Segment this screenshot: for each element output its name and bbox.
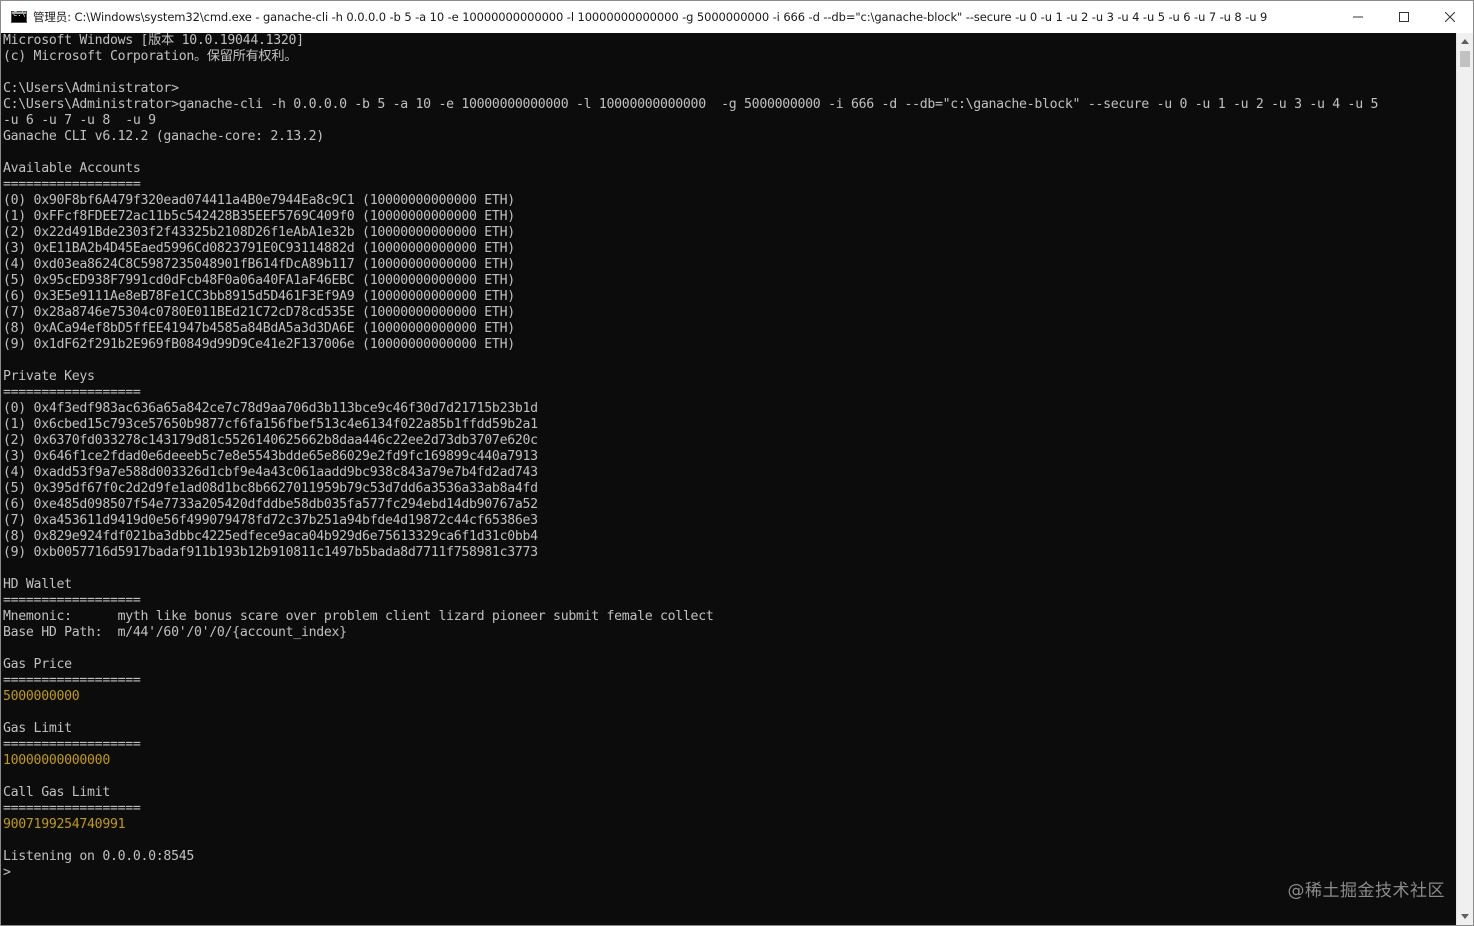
terminal-line: Ganache CLI v6.12.2 (ganache-core: 2.13.… [3,129,324,144]
terminal-line: (5) 0x395df67f0c2d2d9fe1ad08d1bc8b662701… [3,481,538,496]
terminal-line: (6) 0x3E5e9111Ae8eB78Fe1CC3bb8915d5D461F… [3,289,515,304]
terminal-line: ================== [3,593,141,608]
terminal-line: 10000000000000 [3,753,110,768]
terminal-line: -u 6 -u 7 -u 8 -u 9 [3,113,156,128]
window-title: 管理员: C:\Windows\system32\cmd.exe - ganac… [33,10,1268,24]
maximize-icon [1399,12,1409,22]
terminal-line: Private Keys [3,369,95,384]
terminal-line: (7) 0xa453611d9419d0e56f499079478fd72c37… [3,513,538,528]
terminal-line: (3) 0xE11BA2b4D45Eaed5996Cd0823791E0C931… [3,241,515,256]
scrollbar-thumb[interactable] [1460,51,1470,67]
terminal-line: (1) 0x6cbed15c793ce57650b9877cf6fa156fbe… [3,417,538,432]
minimize-button[interactable] [1335,1,1381,33]
terminal-line: (2) 0x6370fd033278c143179d81c55261406256… [3,433,538,448]
terminal-line: ================== [3,673,141,688]
terminal-line: Gas Price [3,657,72,672]
terminal-line: (9) 0xb0057716d5917badaf911b193b12b91081… [3,545,538,560]
terminal-line: Listening on 0.0.0.0:8545 [3,849,194,864]
terminal-line: (6) 0xe485d098507f54e7733a205420dfddbe58… [3,497,538,512]
maximize-button[interactable] [1381,1,1427,33]
terminal-line: HD Wallet [3,577,72,592]
terminal-line: (2) 0x22d491Bde2303f2f43325b2108D26f1eAb… [3,225,515,240]
terminal-line: (7) 0x28a8746e75304c0780E011BEd21C72cD78… [3,305,515,320]
terminal-line: (9) 0x1dF62f291b2E969fB0849d99D9Ce41e2F1… [3,337,515,352]
vertical-scrollbar[interactable] [1456,33,1473,925]
terminal-line: (5) 0x95cED938F7991cd0dFcb48F0a06a40FA1a… [3,273,515,288]
terminal-line: Microsoft Windows [版本 10.0.19044.1320] [3,33,304,48]
terminal-line: ================== [3,385,141,400]
scroll-up-button[interactable] [1457,33,1473,50]
terminal-line: Base HD Path: m/44'/60'/0'/0/{account_in… [3,625,347,640]
terminal-line: C:\Users\Administrator> [3,81,179,96]
terminal-line: 5000000000 [3,689,80,704]
terminal-line: (0) 0x4f3edf983ac636a65a842ce7c78d9aa706… [3,401,538,416]
watermark: @稀土掘金技术社区 [1287,881,1445,901]
chevron-up-icon [1461,39,1469,44]
terminal-output[interactable]: Microsoft Windows [版本 10.0.19044.1320] (c… [1,33,1456,925]
terminal-line: (1) 0xFFcf8FDEE72ac11b5c542428B35EEF5769… [3,209,515,224]
close-button[interactable] [1427,1,1473,33]
terminal-line: (c) Microsoft Corporation。保留所有权利。 [3,49,298,64]
terminal-line: (0) 0x90F8bf6A479f320ead074411a4B0e7944E… [3,193,515,208]
cmd-app-icon[interactable] [11,10,27,23]
close-icon [1445,12,1455,22]
terminal-line: 9007199254740991 [3,817,126,832]
terminal-line: Mnemonic: myth like bonus scare over pro… [3,609,714,624]
terminal-line: ================== [3,737,141,752]
terminal-line: (8) 0x829e924fdf021ba3dbbc4225edfece9aca… [3,529,538,544]
terminal-line: > [3,865,11,880]
terminal-line: (8) 0xACa94ef8bD5ffEE41947b4585a84BdA5a3… [3,321,515,336]
terminal-line: ================== [3,177,141,192]
terminal-line: (4) 0xadd53f9a7e588d003326d1cbf9e4a43c06… [3,465,538,480]
terminal-line: (4) 0xd03ea8624C8C5987235048901fB614fDcA… [3,257,515,272]
terminal-line: Call Gas Limit [3,785,110,800]
terminal-line: (3) 0x646f1ce2fdad0e6deeeb5c7e8e5543bdde… [3,449,538,464]
terminal-line: ================== [3,801,141,816]
terminal-line: Available Accounts [3,161,141,176]
chevron-down-icon [1461,914,1469,919]
terminal-line: Gas Limit [3,721,72,736]
title-bar[interactable]: 管理员: C:\Windows\system32\cmd.exe - ganac… [1,1,1473,33]
scroll-down-button[interactable] [1457,908,1473,925]
terminal-line: C:\Users\Administrator>ganache-cli -h 0.… [3,97,1379,112]
cmd-window: 管理员: C:\Windows\system32\cmd.exe - ganac… [0,0,1474,926]
minimize-icon [1353,16,1363,18]
